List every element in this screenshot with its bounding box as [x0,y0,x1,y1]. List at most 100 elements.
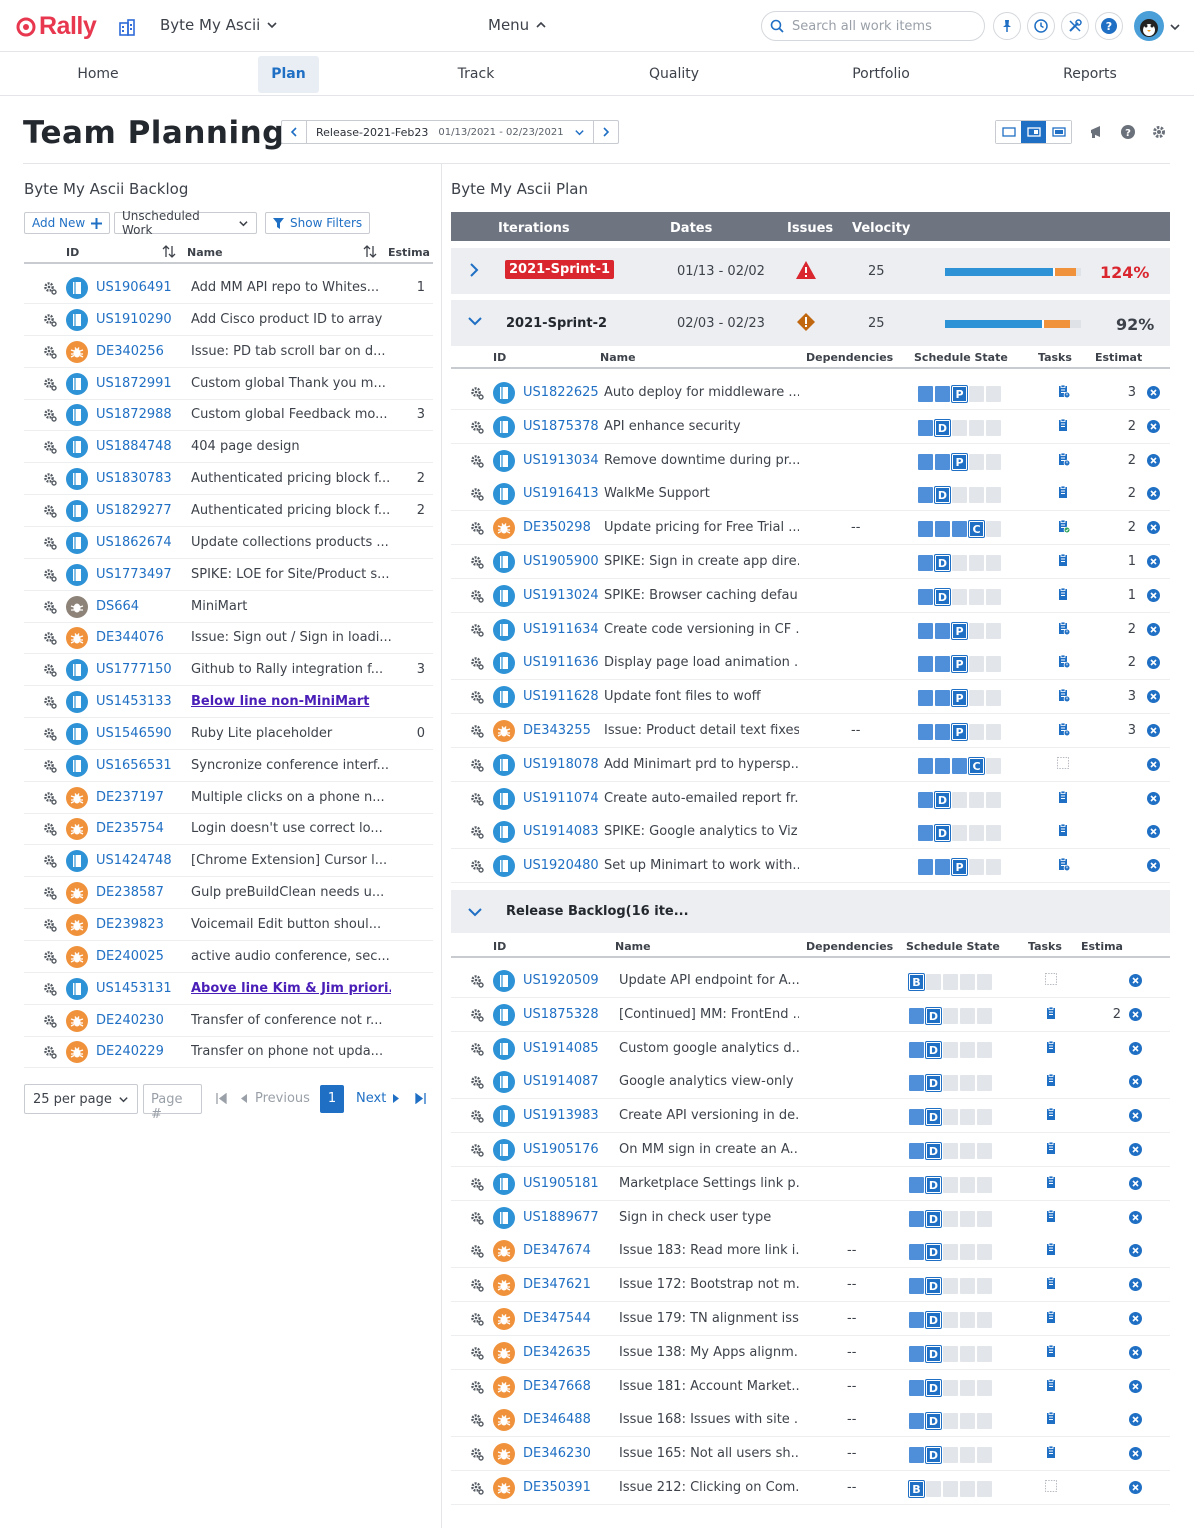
table-row[interactable]: US1906491 Add MM API repo to Whites... 1 [24,272,433,304]
table-row[interactable]: US1830783 Authenticated pricing block f..… [24,463,433,496]
row-gear-icon[interactable] [470,589,484,603]
row-gear-icon[interactable] [43,759,57,773]
row-id-link[interactable]: US1875328 [523,1007,599,1022]
row-name[interactable]: MiniMart [191,599,391,614]
row-id-link[interactable]: US1911634 [523,622,599,637]
row-estimate[interactable]: 2 [1116,419,1136,434]
table-row[interactable]: DE235754 Login doesn't use correct lo... [24,813,433,846]
col-dependencies[interactable]: Dependencies [806,351,893,364]
schedule-state-step[interactable] [918,656,933,673]
schedule-state-step[interactable] [969,656,984,673]
table-row[interactable]: US1884748 404 page design [24,431,433,464]
schedule-state-current[interactable]: C [968,520,985,539]
row-id-link[interactable]: DE240229 [96,1044,164,1059]
row-id-link[interactable]: US1905181 [523,1176,599,1191]
row-gear-icon[interactable] [43,886,57,900]
tab-plan[interactable]: Plan [258,56,319,93]
row-gear-icon[interactable] [470,724,484,738]
row-estimate[interactable]: 3 [1116,723,1136,738]
row-estimate[interactable]: 3 [1116,385,1136,400]
row-gear-icon[interactable] [43,281,57,295]
row-gear-icon[interactable] [470,521,484,535]
schedule-state-step[interactable] [909,1210,924,1227]
row-gear-icon[interactable] [470,1075,484,1090]
row-id-link[interactable]: DE347668 [523,1379,591,1394]
tasks-icon[interactable] [1044,1209,1059,1224]
row-gear-icon[interactable] [43,1014,57,1028]
show-filters-button[interactable]: Show Filters [265,212,371,234]
remove-icon[interactable] [1129,1413,1142,1427]
schedule-state-current[interactable]: P [951,452,968,471]
schedule-state-current[interactable]: P [951,858,968,877]
layout-single-button[interactable] [996,121,1021,143]
schedule-state-step[interactable] [969,791,984,808]
row-id-link[interactable]: US1773497 [96,567,172,582]
row-name[interactable]: [Chrome Extension] Cursor l... [191,853,391,868]
row-estimate[interactable]: 1 [417,280,425,295]
schedule-state-step[interactable] [960,1143,975,1159]
row-gear-icon[interactable] [470,1278,484,1292]
schedule-state-step[interactable] [986,487,1001,504]
schedule-state-step[interactable] [977,1075,992,1092]
row-estimate[interactable]: 2 [1116,453,1136,468]
iteration-sprint-2[interactable]: 2021-Sprint-2 02/03 - 02/23 25 92% [451,300,1170,346]
row-estimate[interactable]: 2 [1101,1007,1121,1022]
schedule-state-step[interactable] [918,521,933,538]
schedule-state-step[interactable] [943,1143,958,1159]
tab-quality[interactable]: Quality [632,56,716,93]
schedule-state-current[interactable]: D [934,790,951,809]
tasks-icon[interactable] [1056,621,1071,636]
remove-icon[interactable] [1129,1109,1142,1123]
table-row[interactable]: DE347544 Issue 179: TN alignment iss... --… [451,1302,1170,1336]
row-name[interactable]: Issue: Sign out / Sign in loadi... [191,630,391,645]
row-gear-icon[interactable] [43,377,57,391]
row-id-link[interactable]: US1914087 [523,1074,599,1089]
table-row[interactable]: US1905181 Marketplace Settings link p... D [451,1166,1170,1201]
schedule-state-step[interactable] [943,1176,958,1193]
schedule-state-step[interactable] [960,1481,975,1497]
row-id-link[interactable]: US1914085 [523,1041,599,1056]
schedule-state-step[interactable] [960,1447,975,1464]
table-row[interactable]: DE237197 Multiple clicks on a phone n... [24,782,433,814]
schedule-state-step[interactable] [969,588,984,605]
row-id-link[interactable]: US1920480 [523,858,599,873]
row-name[interactable]: SPIKE: Browser caching defau... [604,588,799,603]
row-id-link[interactable]: US1830783 [96,471,172,486]
row-gear-icon[interactable] [43,727,57,741]
tasks-icon[interactable] [1056,418,1071,433]
row-estimate[interactable]: 3 [417,662,425,677]
tasks-icon[interactable] [1044,1276,1059,1291]
row-name[interactable]: Ruby Lite placeholder [191,726,391,741]
schedule-state-step[interactable] [969,859,984,876]
schedule-state-step[interactable] [986,825,1001,842]
schedule-state-step[interactable] [918,757,933,774]
row-name[interactable]: Transfer of conference not r... [191,1013,391,1028]
schedule-state-current[interactable]: D [925,1446,942,1465]
schedule-state-step[interactable] [909,1379,924,1396]
row-name[interactable]: Add Cisco product ID to array [191,312,391,327]
row-estimate[interactable]: 2 [1116,655,1136,670]
col-id[interactable]: ID [66,246,79,259]
col-estimate[interactable]: Estimat [1095,351,1142,364]
row-name[interactable]: Add MM API repo to Whites... [191,280,391,295]
schedule-state-step[interactable] [943,1413,958,1430]
schedule-state-step[interactable] [943,1109,958,1126]
row-gear-icon[interactable] [43,918,57,932]
row-gear-icon[interactable] [470,859,484,873]
row-id-link[interactable]: US1906491 [96,280,172,295]
table-row[interactable]: US1920509 Update API endpoint for A... B [451,964,1170,998]
schedule-state-step[interactable] [935,656,950,673]
remove-icon[interactable] [1129,1041,1142,1055]
remove-icon[interactable] [1147,521,1160,535]
table-row[interactable]: DE240025 active audio conference, sec... [24,941,433,973]
row-name[interactable]: Authenticated pricing block f... [191,503,391,518]
tasks-icon[interactable] [1056,823,1071,838]
row-name[interactable]: On MM sign in create an A... [619,1142,799,1157]
table-row[interactable]: US1777150 Github to Rally integration f..… [24,654,433,687]
schedule-state-step[interactable] [986,859,1001,876]
add-new-button[interactable]: Add New [24,212,111,234]
schedule-state-step[interactable] [918,386,933,402]
remove-icon[interactable] [1147,757,1160,771]
row-id-link[interactable]: DE346488 [523,1412,591,1427]
schedule-state-step[interactable] [943,1312,958,1328]
